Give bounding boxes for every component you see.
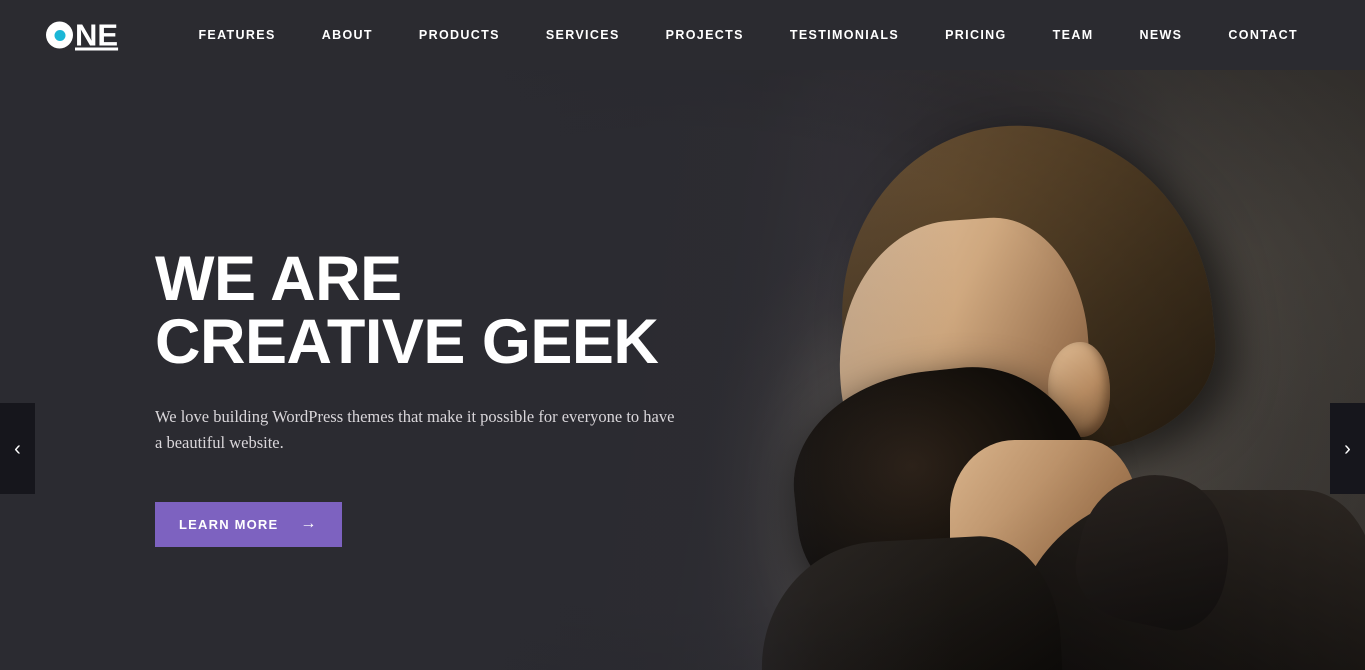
logo-text: NE <box>75 17 119 53</box>
site-header: NE FEATURES ABOUT PRODUCTS SERVICES PROJ… <box>0 0 1365 70</box>
hero-subtitle: We love building WordPress themes that m… <box>155 407 675 453</box>
nav-item-features[interactable]: FEATURES <box>175 28 298 42</box>
nav-item-services[interactable]: SERVICES <box>523 28 643 42</box>
nav-item-pricing[interactable]: PRICING <box>922 28 1030 42</box>
learn-more-button[interactable]: LEARN MORE → <box>155 501 342 547</box>
chevron-left-icon: ‹ <box>14 437 21 460</box>
nav-item-about[interactable]: ABOUT <box>299 28 396 42</box>
nav-item-testimonials[interactable]: TESTIMONIALS <box>767 28 922 42</box>
chevron-right-icon: › <box>1344 437 1351 460</box>
hero-title: WE ARE CREATIVE GEEK <box>155 248 855 374</box>
nav-item-products[interactable]: PRODUCTS <box>396 28 523 42</box>
learn-more-label: LEARN MORE <box>179 516 279 532</box>
nav-item-team[interactable]: TEAM <box>1030 28 1117 42</box>
nav-item-news[interactable]: NEWS <box>1116 28 1205 42</box>
slider-prev-button[interactable]: ‹ <box>0 403 35 494</box>
nav-item-projects[interactable]: PROJECTS <box>643 28 767 42</box>
hero-title-line-1: WE ARE <box>155 244 402 314</box>
main-navigation: FEATURES ABOUT PRODUCTS SERVICES PROJECT… <box>175 0 1321 70</box>
page-root: NE FEATURES ABOUT PRODUCTS SERVICES PROJ… <box>0 0 1365 670</box>
hero-portrait-image <box>755 70 1365 670</box>
nav-item-contact[interactable]: CONTACT <box>1205 28 1321 42</box>
hero-title-line-2: CREATIVE GEEK <box>155 307 659 377</box>
logo-o-mark-icon <box>46 21 73 49</box>
hero-slider: WE ARE CREATIVE GEEK We love building Wo… <box>0 70 1365 670</box>
slider-next-button[interactable]: › <box>1330 403 1365 494</box>
hero-content: WE ARE CREATIVE GEEK We love building Wo… <box>155 248 855 547</box>
site-logo[interactable]: NE <box>46 20 118 51</box>
arrow-right-icon: → <box>300 515 318 533</box>
portrait-jacket-left <box>755 532 1065 670</box>
